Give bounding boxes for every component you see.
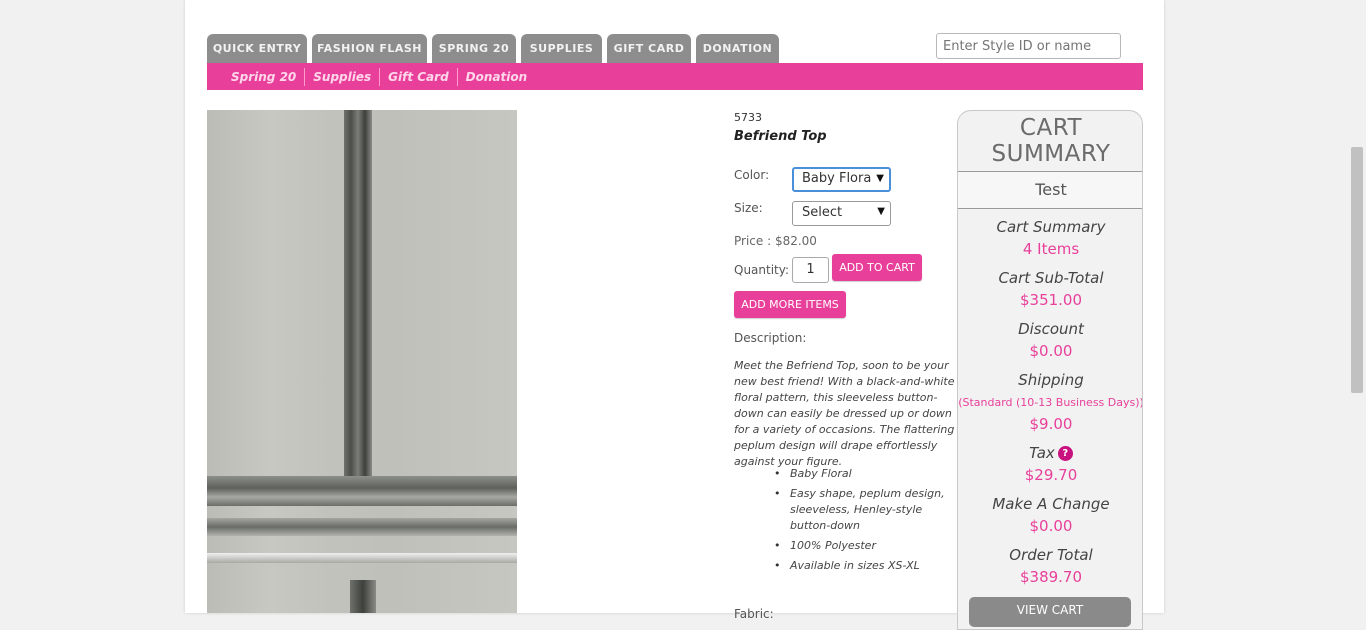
tax-label-row: Tax? [958,444,1142,462]
description-label: Description: [734,331,807,345]
product-image [207,110,517,613]
shipping-label: Shipping [1018,371,1084,389]
help-icon[interactable]: ? [1057,446,1073,461]
image-rail [207,518,517,536]
shipping-value: $9.00 [1029,415,1073,433]
cart-user-name: Test [958,171,1142,209]
size-select[interactable]: Select ▼ [792,201,891,226]
page-container: QUICK ENTRY FASHION FLASH SPRING 20 SUPP… [185,0,1164,630]
image-pole [350,580,376,613]
cart-subtotal-label: Cart Sub-Total [998,269,1104,287]
price: Price : $82.00 [734,234,817,248]
color-select-value: Baby Flora [802,171,872,186]
make-change-label: Make A Change [992,495,1110,513]
feature-list: Baby Floral Easy shape, peplum design, s… [774,466,956,578]
tab-quick-entry[interactable]: QUICK ENTRY [207,34,307,63]
dropdown-arrow-icon: ▼ [877,206,885,217]
tab-gift-card[interactable]: GIFT CARD [607,34,691,63]
product-name: Befriend Top [734,129,827,144]
order-total-label: Order Total [1009,546,1093,564]
cart-summary-label: Cart Summary [996,218,1106,236]
image-rail [207,553,517,563]
dropdown-arrow-icon: ▼ [876,173,884,184]
make-change-value: $0.00 [1029,517,1073,535]
tab-fashion-flash[interactable]: FASHION FLASH [312,34,427,63]
discount-value: $0.00 [1029,342,1073,360]
discount-label: Discount [1018,320,1084,338]
view-cart-button[interactable]: VIEW CART [969,597,1131,627]
size-select-value: Select [802,205,843,220]
scrollbar-thumb[interactable] [1351,147,1363,393]
description-text: Meet the Befriend Top, soon to be your n… [734,359,955,468]
add-more-items-button[interactable]: ADD MORE ITEMS [734,291,846,318]
image-rail [207,476,517,506]
quantity-label: Quantity: [734,263,790,277]
image-pole [344,110,372,480]
subnav-item-supplies[interactable]: Supplies [305,67,381,86]
cart-item-count: 4 Items [1022,240,1080,258]
tab-supplies[interactable]: SUPPLIES [521,34,602,63]
color-select[interactable]: Baby Flora ▼ [792,167,891,192]
quantity-input[interactable]: 1 [792,257,829,283]
list-item: Easy shape, peplum design, sleeveless, H… [774,486,956,534]
order-total-value: $389.70 [1019,568,1083,586]
vertical-scrollbar[interactable] [1349,0,1366,613]
list-item: Available in sizes XS-XL [774,558,956,574]
color-label: Color: [734,168,770,182]
cart-summary-panel: CART SUMMARY Test Cart Summary 4 Items C… [957,110,1143,630]
tab-donation[interactable]: DONATION [696,34,779,63]
list-item: Baby Floral [774,466,956,482]
tax-value: $29.70 [1024,466,1078,484]
shipping-method[interactable]: (Standard (10-13 Business Days)) [958,396,1142,409]
style-search-input[interactable] [936,33,1121,59]
cart-summary-title: CART SUMMARY [991,115,1111,167]
add-to-cart-button[interactable]: ADD TO CART [832,254,922,281]
tax-label: Tax [1029,444,1055,462]
subnav-item-spring-20[interactable]: Spring 20 [207,67,306,86]
size-label: Size: [734,201,763,215]
sub-navigation: Spring 20 Supplies Gift Card Donation [207,63,1143,90]
style-id: 5733 [734,111,762,124]
subnav-item-gift-card[interactable]: Gift Card [380,67,458,86]
fabric-label: Fabric: [734,607,774,621]
tab-spring-20[interactable]: SPRING 20 [432,34,516,63]
subnav-item-donation[interactable]: Donation [458,68,535,86]
cart-subtotal-value: $351.00 [1019,291,1083,309]
list-item: 100% Polyester [774,538,956,554]
